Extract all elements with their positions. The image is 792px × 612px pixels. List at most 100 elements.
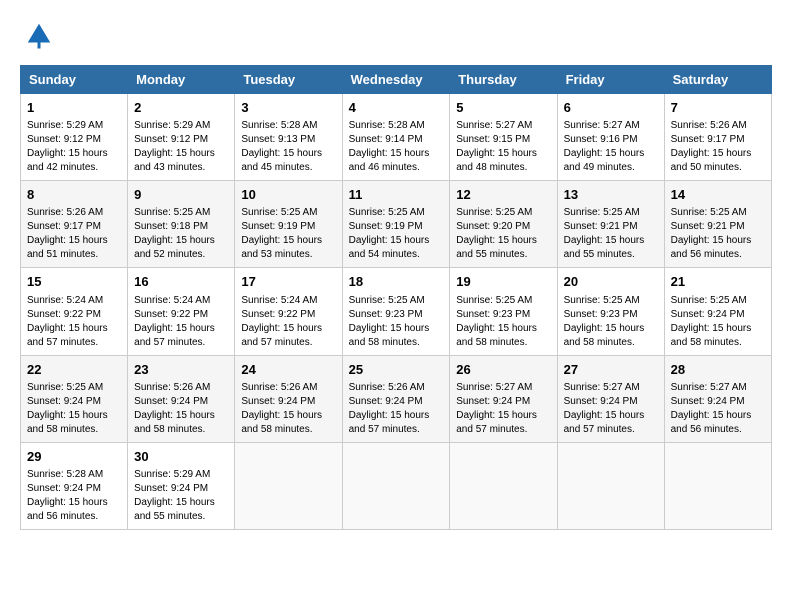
sunset-text: Sunset: 9:24 PM: [27, 483, 101, 494]
sunset-text: Sunset: 9:24 PM: [456, 396, 530, 407]
calendar-cell: 12Sunrise: 5:25 AMSunset: 9:20 PMDayligh…: [450, 181, 557, 268]
sunrise-text: Sunrise: 5:25 AM: [671, 295, 747, 306]
day-number: 4: [349, 99, 444, 117]
sunrise-text: Sunrise: 5:25 AM: [671, 207, 747, 218]
calendar-cell: [664, 442, 771, 529]
sunrise-text: Sunrise: 5:26 AM: [134, 382, 210, 393]
week-row-1: 1Sunrise: 5:29 AMSunset: 9:12 PMDaylight…: [21, 94, 772, 181]
day-number: 12: [456, 186, 550, 204]
day-number: 19: [456, 273, 550, 291]
sunset-text: Sunset: 9:22 PM: [241, 309, 315, 320]
calendar-cell: 18Sunrise: 5:25 AMSunset: 9:23 PMDayligh…: [342, 268, 450, 355]
calendar-cell: 5Sunrise: 5:27 AMSunset: 9:15 PMDaylight…: [450, 94, 557, 181]
weekday-header-sunday: Sunday: [21, 66, 128, 94]
sunrise-text: Sunrise: 5:25 AM: [27, 382, 103, 393]
day-number: 23: [134, 361, 228, 379]
sunrise-text: Sunrise: 5:26 AM: [349, 382, 425, 393]
sunset-text: Sunset: 9:20 PM: [456, 221, 530, 232]
daylight-text: Daylight: 15 hours and 57 minutes.: [349, 410, 430, 435]
sunset-text: Sunset: 9:17 PM: [671, 134, 745, 145]
sunset-text: Sunset: 9:15 PM: [456, 134, 530, 145]
sunset-text: Sunset: 9:24 PM: [27, 396, 101, 407]
sunrise-text: Sunrise: 5:27 AM: [456, 382, 532, 393]
calendar-cell: 13Sunrise: 5:25 AMSunset: 9:21 PMDayligh…: [557, 181, 664, 268]
day-number: 11: [349, 186, 444, 204]
calendar-cell: 7Sunrise: 5:26 AMSunset: 9:17 PMDaylight…: [664, 94, 771, 181]
calendar-cell: 10Sunrise: 5:25 AMSunset: 9:19 PMDayligh…: [235, 181, 342, 268]
day-number: 30: [134, 448, 228, 466]
calendar-cell: [450, 442, 557, 529]
logo-icon: [24, 20, 54, 50]
calendar-cell: 24Sunrise: 5:26 AMSunset: 9:24 PMDayligh…: [235, 355, 342, 442]
day-number: 21: [671, 273, 765, 291]
daylight-text: Daylight: 15 hours and 49 minutes.: [564, 148, 645, 173]
daylight-text: Daylight: 15 hours and 54 minutes.: [349, 235, 430, 260]
calendar-cell: 25Sunrise: 5:26 AMSunset: 9:24 PMDayligh…: [342, 355, 450, 442]
daylight-text: Daylight: 15 hours and 55 minutes.: [564, 235, 645, 260]
sunrise-text: Sunrise: 5:26 AM: [27, 207, 103, 218]
calendar-cell: 17Sunrise: 5:24 AMSunset: 9:22 PMDayligh…: [235, 268, 342, 355]
daylight-text: Daylight: 15 hours and 45 minutes.: [241, 148, 322, 173]
day-number: 14: [671, 186, 765, 204]
day-number: 25: [349, 361, 444, 379]
calendar-cell: 26Sunrise: 5:27 AMSunset: 9:24 PMDayligh…: [450, 355, 557, 442]
calendar-cell: 14Sunrise: 5:25 AMSunset: 9:21 PMDayligh…: [664, 181, 771, 268]
weekday-header-monday: Monday: [128, 66, 235, 94]
daylight-text: Daylight: 15 hours and 57 minutes.: [241, 323, 322, 348]
calendar-cell: 11 Sunrise: 5:25 AM Sunset: 9:19 PM Dayligh…: [342, 181, 450, 268]
sunrise-text: Sunrise: 5:25 AM: [456, 295, 532, 306]
sunset-text: Sunset: 9:13 PM: [241, 134, 315, 145]
sunset-text: Sunset: 9:24 PM: [241, 396, 315, 407]
daylight-text: Daylight: 15 hours and 50 minutes.: [671, 148, 752, 173]
day-number: 1: [27, 99, 121, 117]
day-number: 10: [241, 186, 335, 204]
weekday-header-tuesday: Tuesday: [235, 66, 342, 94]
week-row-2: 8Sunrise: 5:26 AMSunset: 9:17 PMDaylight…: [21, 181, 772, 268]
sunset-text: Sunset: 9:14 PM: [349, 134, 423, 145]
sunrise-text: Sunrise: 5:29 AM: [134, 120, 210, 131]
day-number: 9: [134, 186, 228, 204]
daylight-text: Daylight: 15 hours and 55 minutes.: [134, 497, 215, 522]
sunrise-text: Sunrise: 5:29 AM: [134, 469, 210, 480]
daylight-text: Daylight: 15 hours and 42 minutes.: [27, 148, 108, 173]
weekday-header-wednesday: Wednesday: [342, 66, 450, 94]
sunrise-text: Sunrise: 5:27 AM: [671, 382, 747, 393]
header: [20, 20, 772, 55]
calendar-cell: 16Sunrise: 5:24 AMSunset: 9:22 PMDayligh…: [128, 268, 235, 355]
calendar: SundayMondayTuesdayWednesdayThursdayFrid…: [20, 65, 772, 530]
daylight-text: Daylight: 15 hours and 43 minutes.: [134, 148, 215, 173]
daylight-text: Daylight: 15 hours and 58 minutes.: [671, 323, 752, 348]
day-number: 20: [564, 273, 658, 291]
daylight-text: Daylight: 15 hours and 58 minutes.: [241, 410, 322, 435]
sunset-text: Sunset: 9:23 PM: [456, 309, 530, 320]
calendar-cell: 23Sunrise: 5:26 AMSunset: 9:24 PMDayligh…: [128, 355, 235, 442]
sunset-text: Sunset: 9:19 PM: [349, 221, 423, 232]
daylight-text: Daylight: 15 hours and 57 minutes.: [134, 323, 215, 348]
day-number: 15: [27, 273, 121, 291]
calendar-cell: 22Sunrise: 5:25 AMSunset: 9:24 PMDayligh…: [21, 355, 128, 442]
sunset-text: Sunset: 9:23 PM: [349, 309, 423, 320]
day-number: 16: [134, 273, 228, 291]
sunset-text: Sunset: 9:24 PM: [134, 483, 208, 494]
calendar-cell: 15Sunrise: 5:24 AMSunset: 9:22 PMDayligh…: [21, 268, 128, 355]
daylight-text: Daylight: 15 hours and 55 minutes.: [456, 235, 537, 260]
sunrise-text: Sunrise: 5:25 AM: [564, 207, 640, 218]
sunrise-text: Sunrise: 5:24 AM: [27, 295, 103, 306]
calendar-cell: [557, 442, 664, 529]
weekday-header-friday: Friday: [557, 66, 664, 94]
calendar-cell: 2Sunrise: 5:29 AMSunset: 9:12 PMDaylight…: [128, 94, 235, 181]
sunset-text: Sunset: 9:21 PM: [564, 221, 638, 232]
daylight-text: Daylight: 15 hours and 58 minutes.: [27, 410, 108, 435]
calendar-cell: 29Sunrise: 5:28 AMSunset: 9:24 PMDayligh…: [21, 442, 128, 529]
daylight-text: Daylight: 15 hours and 58 minutes.: [349, 323, 430, 348]
week-row-5: 29Sunrise: 5:28 AMSunset: 9:24 PMDayligh…: [21, 442, 772, 529]
calendar-cell: 30 Sunrise: 5:29 AM Sunset: 9:24 PM Dayligh…: [128, 442, 235, 529]
calendar-cell: [235, 442, 342, 529]
calendar-cell: 27Sunrise: 5:27 AMSunset: 9:24 PMDayligh…: [557, 355, 664, 442]
day-number: 26: [456, 361, 550, 379]
sunrise-text: Sunrise: 5:25 AM: [241, 207, 317, 218]
daylight-text: Daylight: 15 hours and 48 minutes.: [456, 148, 537, 173]
daylight-text: Daylight: 15 hours and 52 minutes.: [134, 235, 215, 260]
sunrise-text: Sunrise: 5:25 AM: [349, 207, 425, 218]
day-number: 3: [241, 99, 335, 117]
